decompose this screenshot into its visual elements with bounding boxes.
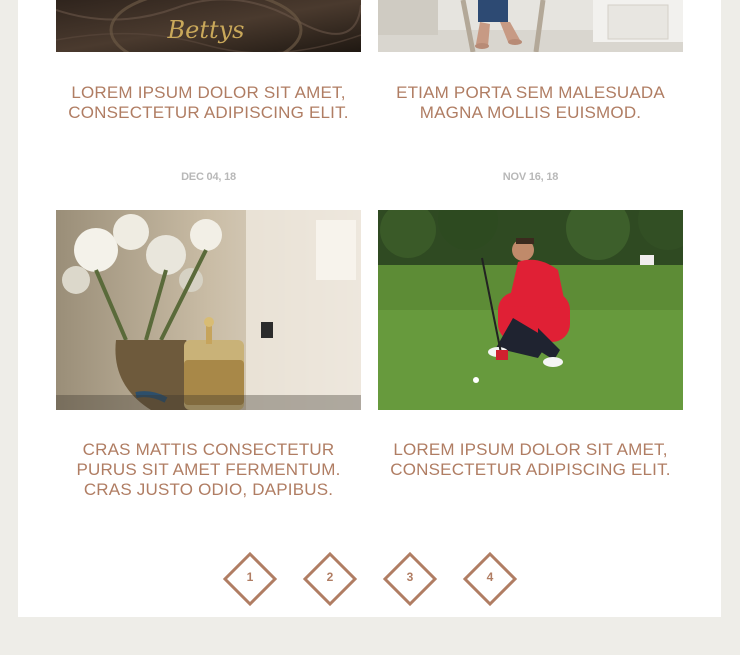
- post-image-1[interactable]: Bettys: [56, 0, 361, 52]
- post-date-1: DEC 04, 18: [181, 171, 236, 183]
- post-image-3[interactable]: [56, 210, 361, 410]
- page-button-1[interactable]: 1: [223, 552, 277, 606]
- page-number-4: 4: [486, 570, 494, 584]
- page-button-2[interactable]: 2: [303, 552, 357, 606]
- post-title-1[interactable]: LOREM IPSUM DOLOR SIT AMET, CONSECTETUR …: [56, 83, 361, 123]
- page-button-4[interactable]: 4: [463, 552, 517, 606]
- page-number-3: 3: [406, 570, 414, 584]
- post-image-2[interactable]: [378, 0, 683, 52]
- post-date-2: NOV 16, 18: [502, 171, 559, 183]
- page-number-2: 2: [326, 570, 334, 584]
- post-title-3[interactable]: CRAS MATTIS CONSECTETUR PURUS SIT AMET F…: [56, 440, 361, 500]
- page-number-1: 1: [246, 570, 254, 584]
- post-image-4[interactable]: [378, 210, 683, 410]
- bettys-logo-text: Bettys: [166, 16, 244, 44]
- content-panel: Bettys LOREM IPSUM DOLOR SIT AMET, CONSE…: [18, 0, 721, 617]
- post-title-2[interactable]: ETIAM PORTA SEM MALESUADA MAGNA MOLLIS E…: [378, 83, 683, 123]
- post-title-4[interactable]: LOREM IPSUM DOLOR SIT AMET, CONSECTETUR …: [378, 440, 683, 480]
- page-button-3[interactable]: 3: [383, 552, 437, 606]
